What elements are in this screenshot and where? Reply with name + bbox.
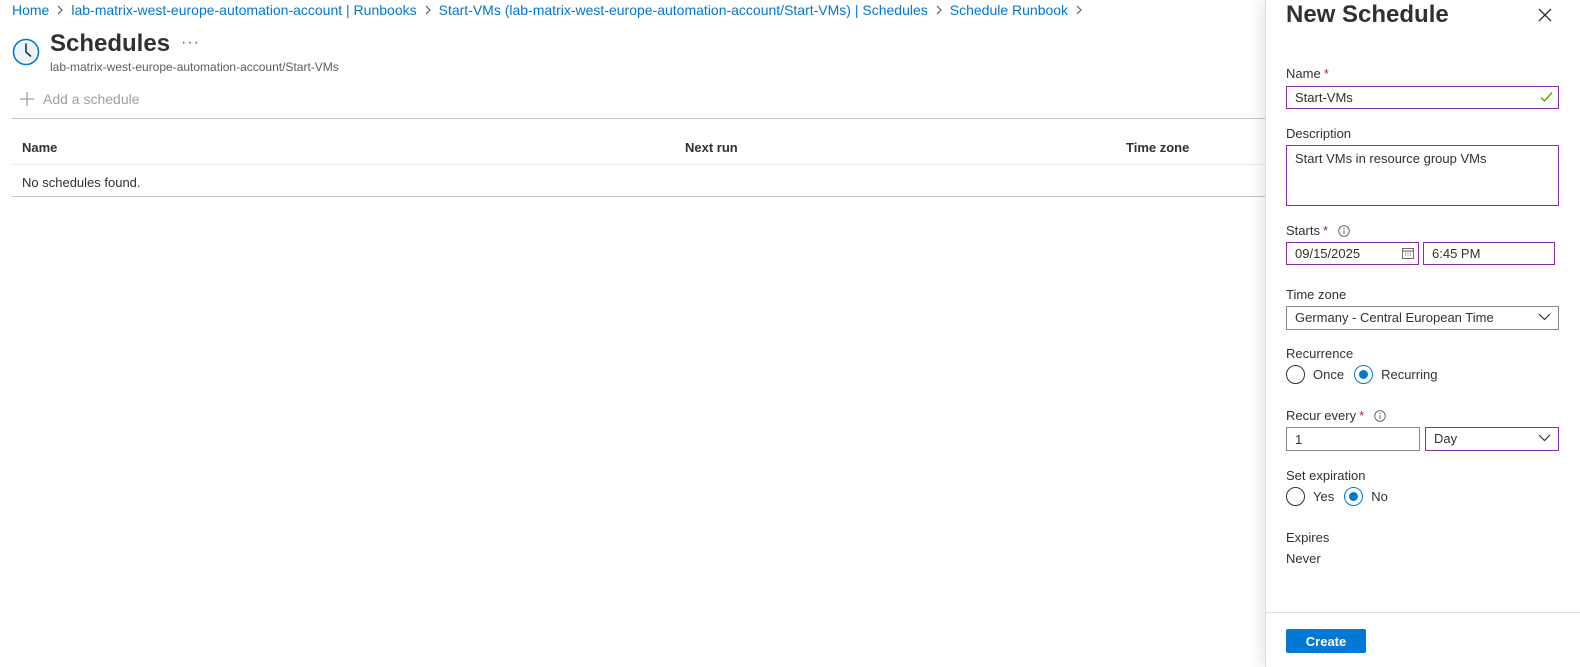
timezone-select[interactable]: Germany - Central European Time	[1286, 306, 1559, 330]
panel-footer: Create	[1266, 612, 1580, 667]
chevron-down-icon	[1538, 313, 1551, 321]
grid-empty-message: No schedules found.	[12, 165, 1266, 197]
clock-icon	[12, 38, 40, 66]
description-textarea[interactable]: Start VMs in resource group VMs	[1286, 145, 1559, 206]
expires-value: Never	[1286, 551, 1321, 566]
create-button[interactable]: Create	[1286, 629, 1366, 653]
recurrence-label: Recurrence	[1286, 346, 1354, 361]
required-marker: *	[1322, 223, 1329, 238]
start-date-wrap	[1286, 242, 1419, 265]
description-label: Description	[1286, 126, 1352, 141]
name-label: Name *	[1286, 66, 1329, 81]
column-header-next-run[interactable]: Next run	[685, 140, 738, 155]
start-time-input[interactable]	[1423, 242, 1555, 265]
page-subtitle: lab-matrix-west-europe-automation-accoun…	[50, 60, 339, 74]
starts-label: Starts *	[1286, 223, 1350, 238]
checkmark-icon	[1540, 92, 1553, 103]
breadcrumb-home[interactable]: Home	[12, 2, 49, 18]
recur-unit-select[interactable]: Day	[1425, 427, 1559, 451]
add-schedule-button[interactable]: Add a schedule	[20, 91, 140, 107]
add-schedule-label: Add a schedule	[43, 91, 140, 107]
name-input[interactable]	[1286, 86, 1559, 109]
calendar-icon[interactable]	[1402, 247, 1414, 259]
radio-yes[interactable]	[1286, 487, 1305, 506]
plus-icon	[20, 92, 34, 106]
recur-every-label: Recur every *	[1286, 408, 1386, 423]
breadcrumb-runbooks[interactable]: lab-matrix-west-europe-automation-accoun…	[71, 2, 416, 18]
schedules-grid: Name Next run Time zone No schedules fou…	[12, 130, 1266, 197]
expires-label: Expires	[1286, 530, 1330, 545]
close-icon	[1538, 8, 1552, 22]
page-title: Schedules	[50, 30, 171, 57]
recur-interval-input[interactable]	[1286, 427, 1420, 451]
set-expiration-label: Set expiration	[1286, 468, 1366, 483]
grid-header: Name Next run Time zone	[12, 130, 1266, 165]
recurrence-option-once[interactable]: Once	[1286, 365, 1344, 384]
breadcrumb-schedules[interactable]: Start-VMs (lab-matrix-west-europe-automa…	[439, 2, 928, 18]
column-header-time-zone[interactable]: Time zone	[1126, 140, 1189, 155]
column-header-name[interactable]: Name	[22, 140, 57, 155]
chevron-right-icon	[56, 5, 64, 15]
radio-once[interactable]	[1286, 365, 1305, 384]
command-bar: Add a schedule	[12, 88, 1266, 119]
recurrence-radio-group: Once Recurring	[1286, 365, 1447, 384]
breadcrumb: Home lab-matrix-west-europe-automation-a…	[12, 0, 1090, 20]
chevron-right-icon	[1075, 5, 1083, 15]
start-date-input[interactable]	[1286, 242, 1419, 265]
timezone-value: Germany - Central European Time	[1286, 306, 1559, 330]
radio-no[interactable]	[1344, 487, 1364, 506]
breadcrumb-schedule-runbook[interactable]: Schedule Runbook	[950, 2, 1068, 18]
recurrence-option-recurring[interactable]: Recurring	[1354, 365, 1437, 384]
chevron-right-icon	[935, 5, 943, 15]
panel-title: New Schedule	[1286, 1, 1449, 28]
required-marker: *	[1359, 408, 1365, 423]
info-icon[interactable]	[1338, 224, 1350, 237]
new-schedule-panel: New Schedule Name* Description Start VMs…	[1265, 0, 1580, 667]
chevron-down-icon	[1538, 434, 1551, 442]
chevron-right-icon	[424, 5, 432, 15]
expiration-radio-group: Yes No	[1286, 487, 1398, 506]
expiration-option-yes[interactable]: Yes	[1286, 487, 1334, 506]
required-marker: *	[1323, 66, 1329, 81]
close-button[interactable]	[1538, 8, 1552, 22]
timezone-label: Time zone	[1286, 287, 1347, 302]
expiration-option-no[interactable]: No	[1344, 487, 1388, 506]
name-field-wrap	[1286, 86, 1559, 109]
more-options-button[interactable]: ···	[181, 34, 200, 52]
info-icon[interactable]	[1374, 409, 1386, 422]
radio-recurring[interactable]	[1354, 365, 1374, 384]
